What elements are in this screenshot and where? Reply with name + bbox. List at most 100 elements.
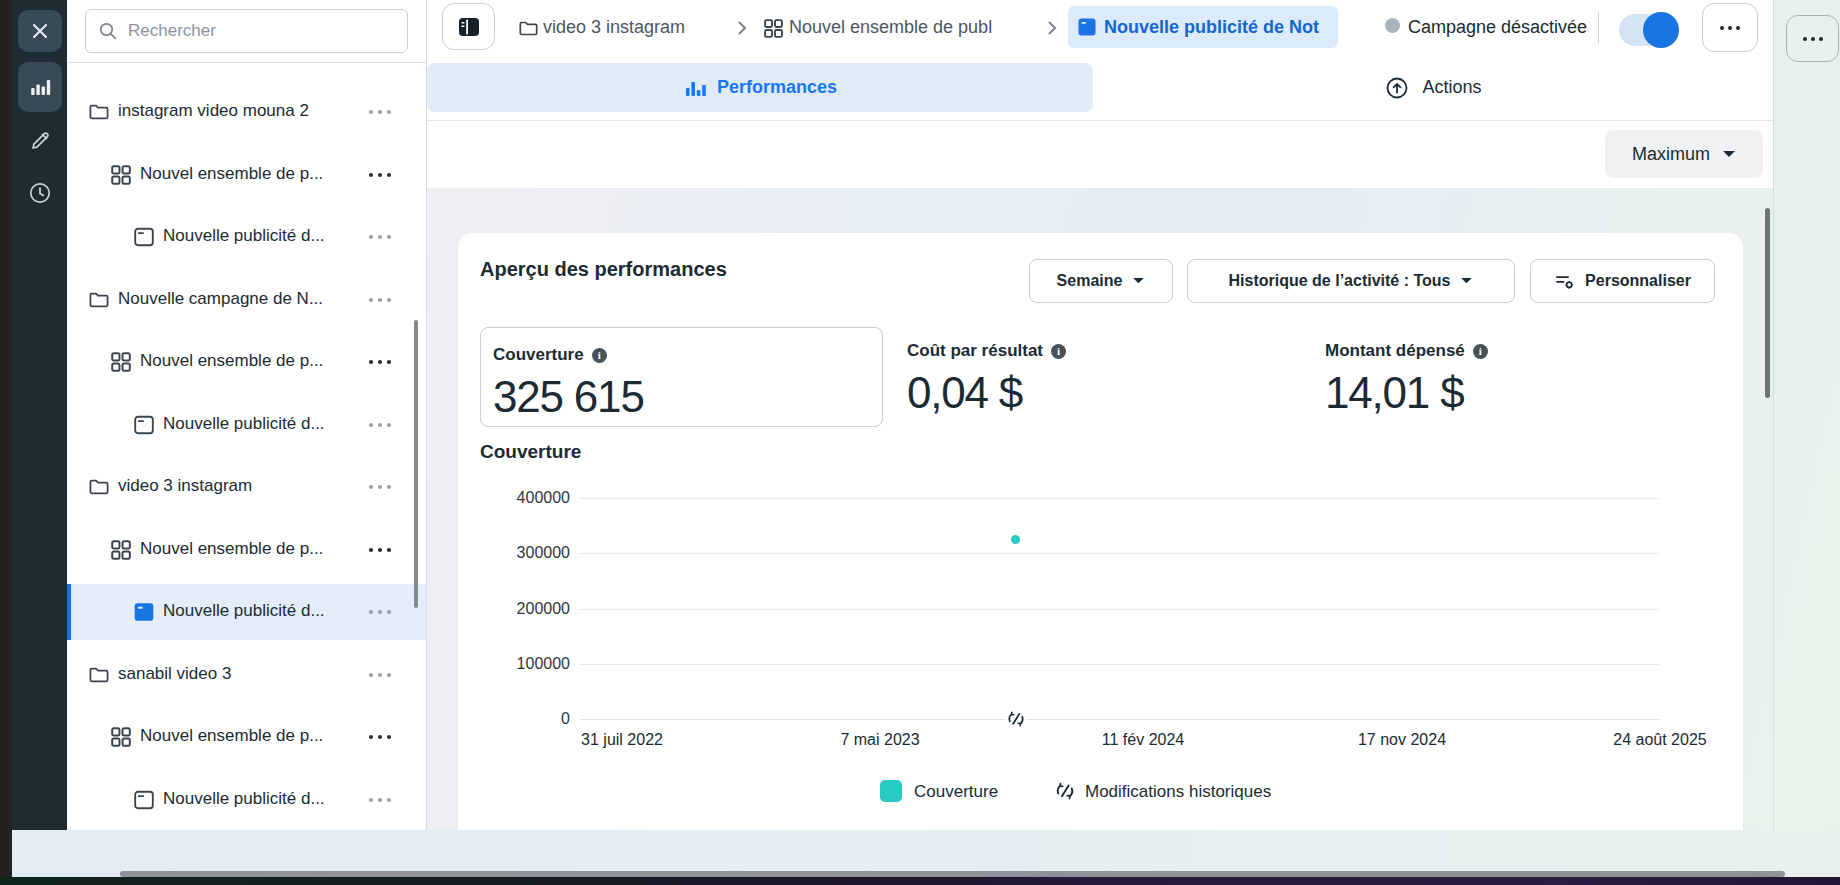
legend-couverture-swatch[interactable]	[880, 780, 902, 802]
adset-icon	[763, 18, 784, 39]
nav-edit-button[interactable]	[18, 122, 62, 160]
nav-history-button[interactable]	[18, 174, 62, 212]
metric-couverture[interactable]: Couverture 325 615	[480, 327, 883, 427]
row-menu-button[interactable]	[367, 357, 393, 367]
tree-row-adset[interactable]: Nouvel ensemble de p...	[67, 522, 426, 578]
search-box[interactable]	[85, 9, 408, 53]
search-input[interactable]	[128, 21, 395, 41]
breadcrumb-ad-active[interactable]: Nouvelle publicité de Not	[1068, 6, 1338, 48]
tree-row-label: Nouvel ensemble de p...	[140, 539, 323, 559]
y-tick-label: 200000	[458, 599, 570, 619]
legend-history-icon[interactable]	[1053, 779, 1077, 803]
campaign-icon	[88, 476, 110, 498]
row-menu-button[interactable]	[367, 670, 393, 680]
tree-row-campaign[interactable]: Nouvelle campagne de N...	[67, 272, 426, 328]
breadcrumb-campaign[interactable]: video 3 instagram	[543, 17, 685, 38]
metric-montant-depense[interactable]: Montant dépensé 14,01 $	[1325, 341, 1488, 418]
tree-row-label: Nouvel ensemble de p...	[140, 351, 323, 371]
more-options-button[interactable]	[1702, 3, 1758, 52]
tree-row-ad[interactable]: Nouvelle publicité d...	[67, 397, 426, 453]
tab-actions[interactable]: Actions	[1093, 63, 1773, 112]
adset-icon	[110, 539, 132, 561]
chart-data-point[interactable]	[1011, 535, 1020, 544]
row-menu-button[interactable]	[367, 295, 393, 305]
campaign-icon	[88, 101, 110, 123]
metric-cout-par-resultat[interactable]: Coût par résultat 0,04 $	[907, 341, 1066, 418]
folder-icon	[518, 18, 539, 39]
week-dropdown[interactable]: Semaine	[1029, 259, 1173, 303]
tree-row-adset[interactable]: Nouvel ensemble de p...	[67, 709, 426, 765]
divider	[1598, 12, 1599, 43]
panel-more-options-button[interactable]	[1786, 15, 1839, 62]
breadcrumb-adset[interactable]: Nouvel ensemble de publ	[789, 17, 1041, 38]
nav-performance-button[interactable]	[18, 62, 62, 112]
row-menu-button[interactable]	[367, 170, 393, 180]
row-menu-button[interactable]	[367, 732, 393, 742]
ad-icon	[133, 414, 155, 436]
x-tick-label: 17 nov 2024	[1358, 731, 1446, 749]
tree-row-label: Nouvelle publicité d...	[163, 414, 325, 434]
performance-chart-icon	[683, 76, 707, 100]
row-menu-button[interactable]	[367, 420, 393, 430]
gridline	[580, 553, 1659, 554]
adset-icon	[110, 726, 132, 748]
tree-row-campaign[interactable]: video 3 instagram	[67, 459, 426, 515]
tree-row-label: Nouvelle publicité d...	[163, 226, 325, 246]
x-tick-label: 7 mai 2023	[840, 731, 919, 749]
x-tick-label: 31 juil 2022	[581, 731, 663, 749]
tree-row-ad[interactable]: Nouvelle publicité d...	[67, 772, 426, 828]
performance-overview-card: Aperçu des performances Semaine Historiq…	[458, 233, 1743, 830]
bottom-strip	[12, 830, 1840, 877]
tree-row-label: Nouvelle campagne de N...	[118, 289, 323, 309]
close-button[interactable]	[18, 10, 62, 52]
activity-history-dropdown[interactable]: Historique de l’activité : Tous	[1187, 259, 1515, 303]
adset-icon	[110, 164, 132, 186]
row-menu-button[interactable]	[367, 107, 393, 117]
tree-row-campaign[interactable]: sanabil video 3	[67, 647, 426, 703]
status-dot	[1385, 18, 1400, 33]
campaign-icon	[88, 664, 110, 686]
vertical-scrollbar[interactable]	[1765, 208, 1770, 398]
legend-couverture-label: Couverture	[914, 782, 998, 802]
info-icon[interactable]	[592, 348, 607, 363]
customize-icon	[1554, 271, 1575, 292]
caret-down-icon	[1132, 277, 1145, 285]
tree-row-campaign[interactable]: instagram video mouna 2	[67, 84, 426, 140]
tree-row-ad[interactable]: Nouvelle publicité d...	[67, 209, 426, 265]
legend-history-label: Modifications historiques	[1085, 782, 1271, 802]
sidebar-toggle-button[interactable]	[442, 3, 495, 50]
ad-icon	[133, 601, 155, 623]
row-menu-button[interactable]	[367, 482, 393, 492]
history-marker-icon[interactable]	[1005, 708, 1027, 730]
row-menu-button[interactable]	[367, 795, 393, 805]
info-icon[interactable]	[1473, 344, 1488, 359]
campaign-toggle[interactable]	[1619, 14, 1677, 46]
gridline	[580, 719, 1659, 720]
row-menu-button[interactable]	[367, 232, 393, 242]
top-header: video 3 instagram Nouvel ensemble de pub…	[427, 0, 1773, 188]
tree-row-adset[interactable]: Nouvel ensemble de p...	[67, 334, 426, 390]
caret-down-icon	[1722, 150, 1736, 159]
row-menu-button[interactable]	[367, 607, 393, 617]
tree-row-label: instagram video mouna 2	[118, 101, 309, 121]
y-tick-label: 0	[458, 709, 570, 729]
tree-scrollbar[interactable]	[414, 320, 418, 608]
ad-icon	[133, 226, 155, 248]
tree-row-label: sanabil video 3	[118, 664, 231, 684]
chart-y-axis: 4000003000002000001000000	[458, 498, 570, 719]
tab-performances[interactable]: Performances	[427, 63, 1093, 112]
tree-row-label: Nouvelle publicité d...	[163, 601, 325, 621]
personalize-button[interactable]: Personnaliser	[1530, 259, 1715, 303]
info-icon[interactable]	[1051, 344, 1066, 359]
close-icon	[29, 20, 51, 42]
y-tick-label: 400000	[458, 488, 570, 508]
tree-row-ad-selected[interactable]: Nouvelle publicité d...	[67, 584, 426, 640]
tree-row-adset[interactable]: Nouvel ensemble de p...	[67, 147, 426, 203]
tree-row-label: Nouvel ensemble de p...	[140, 726, 323, 746]
ellipsis-icon	[1802, 35, 1824, 43]
card-title: Aperçu des performances	[480, 258, 727, 281]
gridline	[580, 609, 1659, 610]
maximum-dropdown[interactable]: Maximum	[1605, 130, 1763, 178]
left-icon-rail	[12, 0, 67, 830]
row-menu-button[interactable]	[367, 545, 393, 555]
